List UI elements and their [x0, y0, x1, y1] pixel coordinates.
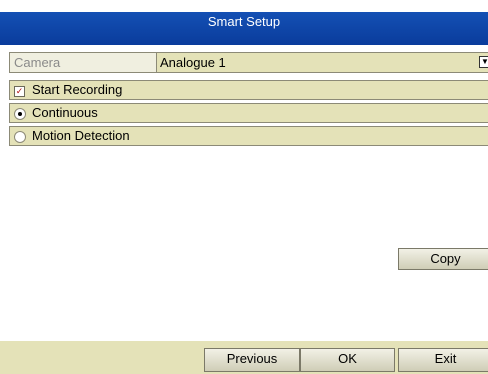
camera-select-value: Analogue 1 — [160, 55, 226, 70]
camera-select[interactable]: Analogue 1 ▼ — [157, 53, 488, 72]
smart-setup-dialog: Smart Setup Camera Analogue 1 ▼ ✓ Start … — [0, 0, 488, 374]
camera-label: Camera — [10, 53, 157, 72]
camera-row: Camera Analogue 1 ▼ — [9, 52, 488, 73]
continuous-radio[interactable] — [14, 108, 26, 120]
previous-button[interactable]: Previous — [204, 348, 300, 372]
continuous-row[interactable]: Continuous — [9, 103, 488, 123]
continuous-label: Continuous — [32, 105, 98, 120]
motion-detection-label: Motion Detection — [32, 128, 130, 143]
copy-button[interactable]: Copy — [398, 248, 488, 270]
start-recording-checkbox[interactable]: ✓ — [14, 86, 25, 97]
motion-detection-radio[interactable] — [14, 131, 26, 143]
chevron-down-icon[interactable]: ▼ — [479, 56, 488, 68]
start-recording-row[interactable]: ✓ Start Recording — [9, 80, 488, 100]
start-recording-label: Start Recording — [32, 82, 123, 97]
motion-detection-row[interactable]: Motion Detection — [9, 126, 488, 146]
exit-button[interactable]: Exit — [398, 348, 488, 372]
ok-button[interactable]: OK — [300, 348, 395, 372]
dialog-title: Smart Setup — [207, 14, 281, 29]
title-bar: Smart Setup — [0, 12, 488, 45]
